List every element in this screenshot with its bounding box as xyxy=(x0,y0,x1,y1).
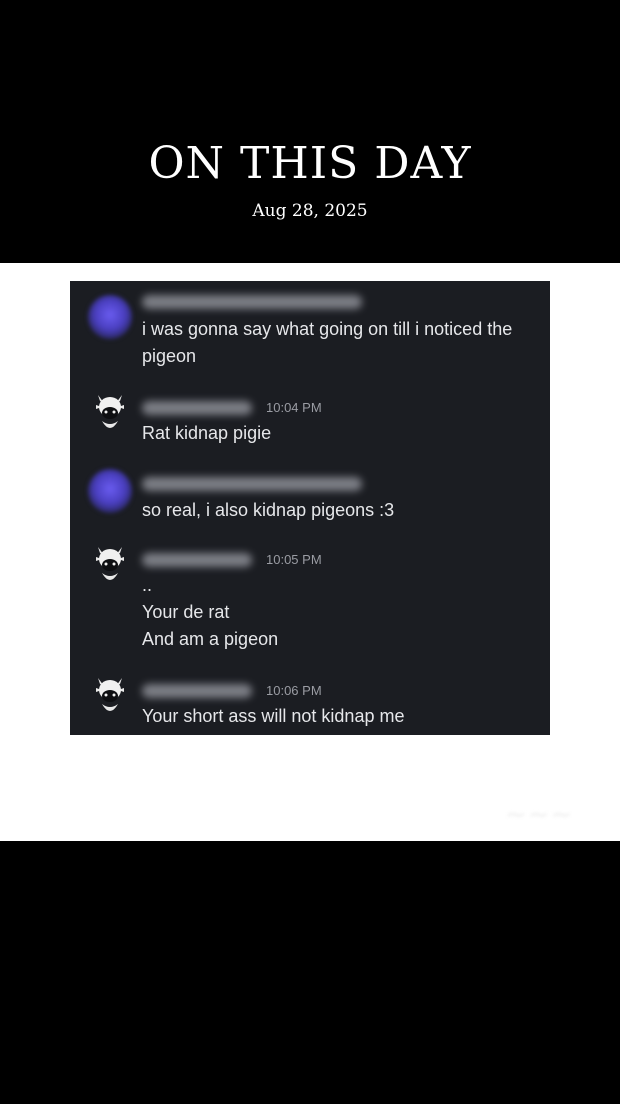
blurred-avatar-icon xyxy=(88,469,132,513)
message-text: Rat kidnap pigie xyxy=(142,420,542,447)
blurred-username xyxy=(142,477,362,491)
pigeon-avatar-icon xyxy=(88,674,132,718)
message-text: Your short ass will not kidnap me xyxy=(142,703,542,730)
message-line: .. xyxy=(142,575,153,595)
pigeon-avatar-icon xyxy=(88,391,132,435)
message-text: so real, i also kidnap pigeons :3 xyxy=(142,497,542,524)
message-line: i was gonna say what going on till i not… xyxy=(142,319,513,339)
blurred-username xyxy=(142,295,362,309)
blurred-username xyxy=(142,401,252,415)
chat-screenshot: i was gonna say what going on till i not… xyxy=(70,281,550,735)
page-title: ON THIS DAY xyxy=(148,138,472,189)
timestamp: 10:05 PM xyxy=(266,552,322,567)
message-line: so real, i also kidnap pigeons :3 xyxy=(142,500,395,520)
timestamp: 10:06 PM xyxy=(266,683,322,698)
page: ON THIS DAY Aug 28, 2025 i was gonna say… xyxy=(0,0,620,1104)
watermark-icon: ~~~ xyxy=(505,800,574,830)
timestamp: 10:04 PM xyxy=(266,400,322,415)
header: ON THIS DAY Aug 28, 2025 xyxy=(0,0,620,263)
message-text: i was gonna say what going on till i not… xyxy=(142,316,542,370)
message-line: pigeon xyxy=(142,346,197,366)
message-text: .. Your de rat And am a pigeon xyxy=(142,572,542,653)
message-line: Rat kidnap pigie xyxy=(142,423,272,443)
pigeon-avatar-icon xyxy=(88,543,132,587)
blurred-username xyxy=(142,553,252,567)
blurred-username xyxy=(142,684,252,698)
message-line: And am a pigeon xyxy=(142,629,279,649)
date-label: Aug 28, 2025 xyxy=(252,201,368,221)
message-line: Your short ass will not kidnap me xyxy=(142,706,405,726)
message-line: Your de rat xyxy=(142,602,230,622)
blurred-avatar-icon xyxy=(88,295,132,339)
